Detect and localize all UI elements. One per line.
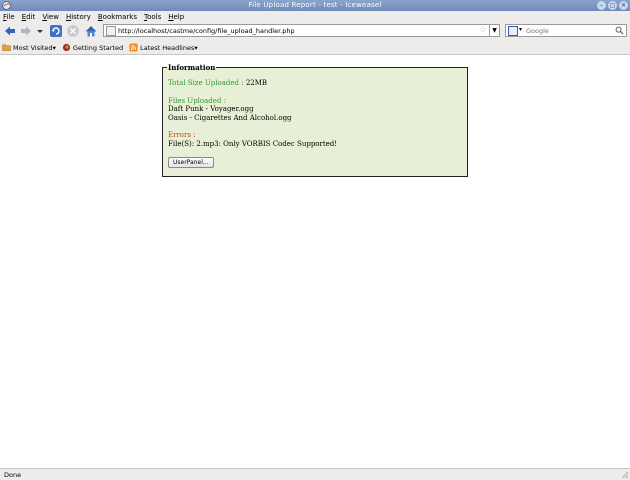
panel-legend: Information bbox=[168, 63, 216, 72]
resize-grip-icon[interactable] bbox=[621, 471, 629, 479]
menu-edit[interactable]: Edit bbox=[22, 13, 36, 21]
bookmark-label: Most Visited bbox=[13, 43, 53, 52]
errors-label: Errors : bbox=[168, 131, 196, 139]
user-panel-button[interactable]: UserPanel... bbox=[168, 157, 214, 168]
history-dropdown-icon[interactable] bbox=[35, 24, 45, 38]
menu-tools[interactable]: Tools bbox=[144, 13, 161, 21]
menu-bar: File Edit View History Bookmarks Tools H… bbox=[0, 11, 630, 22]
maximize-button[interactable]: ▢ bbox=[608, 1, 617, 10]
bookmark-latest-headlines[interactable]: Latest Headlines ▾ bbox=[129, 43, 198, 52]
folder-icon bbox=[2, 44, 11, 51]
reload-icon[interactable] bbox=[49, 24, 63, 38]
stop-icon[interactable] bbox=[66, 24, 80, 38]
bookmark-star-icon[interactable]: ☆ bbox=[479, 25, 487, 35]
bookmark-label: Getting Started bbox=[72, 43, 124, 52]
url-text[interactable]: http://localhost/castme/config/file_uplo… bbox=[118, 27, 295, 35]
chevron-down-icon: ▾ bbox=[52, 43, 56, 52]
total-size-value: 22MB bbox=[245, 79, 268, 87]
page-content: Information Total Size Uploaded : 22MB F… bbox=[0, 56, 630, 468]
search-engine-icon[interactable] bbox=[508, 26, 518, 36]
search-engine-dropdown-icon[interactable]: ▾ bbox=[519, 26, 522, 33]
uploaded-file-item: Oasis - Cigarettes And Alcohol.ogg bbox=[168, 113, 292, 122]
back-arrow-icon[interactable] bbox=[3, 24, 17, 38]
address-bar[interactable]: http://localhost/castme/config/file_uplo… bbox=[103, 24, 490, 37]
files-uploaded-label: Files Uploaded : bbox=[168, 96, 226, 105]
url-dropdown-icon[interactable]: ▼ bbox=[490, 24, 500, 37]
total-size-line: Total Size Uploaded : 22MB bbox=[168, 79, 337, 88]
uploaded-file-item: Daft Punk - Voyager.ogg bbox=[168, 105, 254, 113]
menu-file[interactable]: File bbox=[3, 13, 15, 21]
menu-bookmarks[interactable]: Bookmarks bbox=[98, 13, 137, 21]
information-panel: Information Total Size Uploaded : 22MB F… bbox=[162, 63, 468, 177]
bookmark-getting-started[interactable]: Getting Started bbox=[62, 43, 123, 52]
bookmark-most-visited[interactable]: Most Visited ▾ bbox=[2, 43, 56, 52]
search-bar[interactable]: ▾ bbox=[505, 24, 627, 37]
error-message: File(S): 2.mp3: Only VORBIS Codec Suppor… bbox=[168, 139, 338, 148]
close-button[interactable]: ✕ bbox=[619, 1, 628, 10]
menu-help[interactable]: Help bbox=[168, 13, 184, 21]
search-icon[interactable] bbox=[615, 26, 624, 35]
window-title: File Upload Report - test - Iceweasel bbox=[248, 1, 382, 9]
chevron-down-icon: ▾ bbox=[194, 43, 198, 52]
minimize-button[interactable]: – bbox=[597, 1, 606, 10]
firefox-icon bbox=[62, 43, 70, 52]
window-titlebar: File Upload Report - test - Iceweasel – … bbox=[0, 0, 630, 11]
total-size-label: Total Size Uploaded : bbox=[168, 79, 244, 87]
bookmarks-toolbar: Most Visited ▾ Getting Started Latest Hea… bbox=[0, 41, 630, 55]
rss-feed-icon bbox=[129, 43, 138, 52]
forward-arrow-icon[interactable] bbox=[19, 24, 33, 38]
site-identity-icon[interactable] bbox=[106, 26, 116, 36]
menu-history[interactable]: History bbox=[66, 13, 91, 21]
bookmark-label: Latest Headlines bbox=[140, 43, 195, 52]
menu-view[interactable]: View bbox=[42, 13, 59, 21]
search-input[interactable] bbox=[526, 26, 614, 36]
status-bar: Done bbox=[0, 468, 630, 480]
home-icon[interactable] bbox=[84, 24, 98, 38]
status-text: Done bbox=[4, 471, 22, 479]
